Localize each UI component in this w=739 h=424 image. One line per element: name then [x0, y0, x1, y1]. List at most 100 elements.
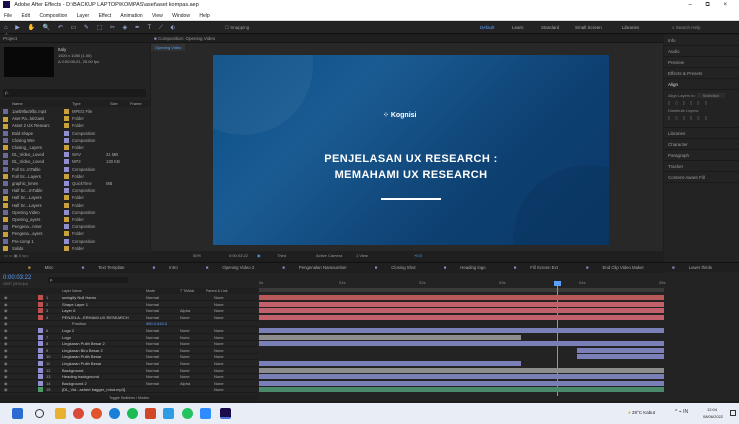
layer-duration-bar[interactable] [259, 387, 664, 393]
layer-duration-bar[interactable] [259, 314, 664, 320]
active-camera[interactable]: Active Camera [316, 251, 342, 260]
language-indicator[interactable]: IN [683, 409, 688, 415]
resolution[interactable]: Third [277, 251, 286, 260]
project-item[interactable]: Closing_ Layers Folder [0, 144, 150, 151]
workspace-default[interactable]: Default [480, 24, 494, 32]
menu-animation[interactable]: Animation [120, 13, 142, 19]
layer-label-color[interactable] [38, 308, 43, 314]
project-item[interactable]: Half Sc...Layers Folder [0, 194, 150, 201]
new-folder-icon[interactable]: ▭ ▭ ▣ [4, 253, 19, 258]
windows-start-icon[interactable] [12, 408, 23, 419]
align-icons[interactable]: ▯ ▯ ▯ ▯ ▯ ▯ [668, 100, 735, 105]
col-size[interactable]: Size [110, 100, 118, 107]
panel-preview[interactable]: Preview [664, 57, 739, 68]
layer-duration-bar[interactable] [259, 341, 664, 347]
distribute-icons[interactable]: ▯ ▯ ▯ ▯ ▯ ▯ [668, 115, 735, 120]
panel-paragraph[interactable]: Paragraph [664, 150, 739, 161]
timeline-tab[interactable]: ■ Pengenalan Narasumber [282, 263, 360, 272]
clock-date[interactable]: 08/06/2022 [703, 414, 723, 419]
project-item[interactable]: Aset Pa...ktiGami Folder [0, 115, 150, 122]
timeline-footer[interactable]: Toggle Switches / Modes [0, 395, 258, 401]
workspace-learn[interactable]: Learn [512, 24, 524, 32]
project-item[interactable]: Pre-comp 1 Composition [0, 238, 150, 245]
timeline-search[interactable]: ρ. [48, 277, 128, 283]
layer-label-color[interactable] [38, 328, 43, 333]
layer-label-color[interactable] [38, 380, 43, 386]
work-area-bar[interactable] [259, 288, 664, 292]
layer-duration-bar[interactable] [259, 301, 664, 307]
item-label-color[interactable] [64, 137, 69, 143]
layer-parent[interactable]: None [214, 386, 224, 392]
layer-duration-bar[interactable] [259, 334, 521, 340]
project-item[interactable]: 1aeb9fac9fbc.mp4 MPEG File [0, 108, 150, 115]
layer-label-color[interactable] [38, 334, 43, 340]
view-layout[interactable]: 1 View [356, 251, 368, 260]
timeline-tab[interactable]: ■ Lower thirds [672, 263, 726, 272]
playhead-handle[interactable] [554, 281, 561, 286]
timeline-tab[interactable]: ■ Heading logo [444, 263, 500, 272]
layer-label-color[interactable] [38, 301, 43, 307]
timeline-tab[interactable]: ■ Text Template [81, 263, 138, 272]
menu-layer[interactable]: Layer [77, 13, 90, 19]
camera-icon[interactable]: ◉ [257, 251, 261, 260]
search-help[interactable]: ⌕ Search Help [672, 24, 734, 32]
project-item[interactable]: Solids Folder [0, 245, 150, 252]
panel-align[interactable]: Align [664, 79, 739, 90]
project-search[interactable]: ρ. [3, 89, 146, 97]
menu-edit[interactable]: Edit [21, 13, 30, 19]
project-item[interactable]: Half Sc...Layers Folder [0, 202, 150, 209]
viewer-subtab[interactable]: Opening Video [151, 44, 186, 51]
spotify-icon[interactable] [127, 408, 138, 419]
file-explorer-icon[interactable] [55, 408, 66, 419]
notification-icon[interactable] [730, 410, 736, 416]
col-type[interactable]: Type [72, 100, 81, 107]
item-label-color[interactable] [64, 181, 69, 186]
menu-window[interactable]: Window [172, 13, 190, 19]
timeline-timecode[interactable]: 0:00:03:22 [3, 275, 31, 281]
menu-view[interactable]: View [152, 13, 163, 19]
panel-libraries[interactable]: Libraries [664, 128, 739, 139]
menu-effect[interactable]: Effect [99, 13, 112, 19]
timeline-tab[interactable]: ■ Closing Shot [375, 263, 430, 272]
project-item[interactable]: Full Sc..mTable Composition [0, 166, 150, 173]
viewer-timecode[interactable]: 0:00:03:22 [229, 251, 248, 260]
item-label-color[interactable] [64, 166, 69, 172]
panel-character[interactable]: Character [664, 139, 739, 150]
panel-content-aware-fill[interactable]: Content-Aware Fill [664, 172, 739, 183]
item-label-color[interactable] [64, 238, 69, 244]
item-label-color[interactable] [64, 152, 69, 158]
after-effects-icon[interactable] [220, 408, 231, 419]
item-label-color[interactable] [64, 224, 69, 230]
item-label-color[interactable] [64, 109, 69, 114]
align-to-select[interactable]: Selection [696, 93, 726, 98]
layer-label-color[interactable] [38, 295, 43, 300]
magnification[interactable]: 50% [193, 251, 201, 260]
item-label-color[interactable] [64, 195, 69, 201]
layer-duration-bar[interactable] [259, 361, 521, 366]
layer-label-color[interactable] [38, 367, 43, 373]
project-item[interactable]: Opening Video Composition [0, 209, 150, 216]
menu-composition[interactable]: Composition [39, 13, 67, 19]
layer-duration-bar[interactable] [259, 328, 664, 333]
project-item[interactable]: Opening_ayers Folder [0, 216, 150, 223]
layer-duration-bar[interactable] [259, 308, 664, 314]
layer-label-color[interactable] [38, 361, 43, 366]
project-item[interactable]: DL_Video_Loved MP3 130 KB [0, 158, 150, 165]
item-label-color[interactable] [64, 217, 69, 222]
workspace-libraries[interactable]: Libraries [622, 24, 639, 32]
project-item[interactable]: Closing Wre Composition [0, 137, 150, 144]
item-label-color[interactable] [64, 231, 69, 237]
layer-duration-bar[interactable] [259, 367, 664, 373]
layer-duration-bar[interactable] [259, 380, 664, 386]
layer-label-color[interactable] [38, 314, 43, 320]
firefox-icon[interactable] [91, 408, 102, 419]
item-label-color[interactable] [64, 202, 69, 208]
time-ruler[interactable]: 0s 01s 02s 03s 04s 05s [259, 279, 665, 288]
item-label-color[interactable] [64, 209, 69, 215]
item-label-color[interactable] [64, 130, 69, 136]
layer-label-color[interactable] [38, 341, 43, 347]
menu-file[interactable]: File [4, 13, 12, 19]
item-label-color[interactable] [64, 159, 69, 165]
window-controls[interactable]: – ⧉ × [689, 0, 733, 11]
item-label-color[interactable] [64, 145, 69, 150]
